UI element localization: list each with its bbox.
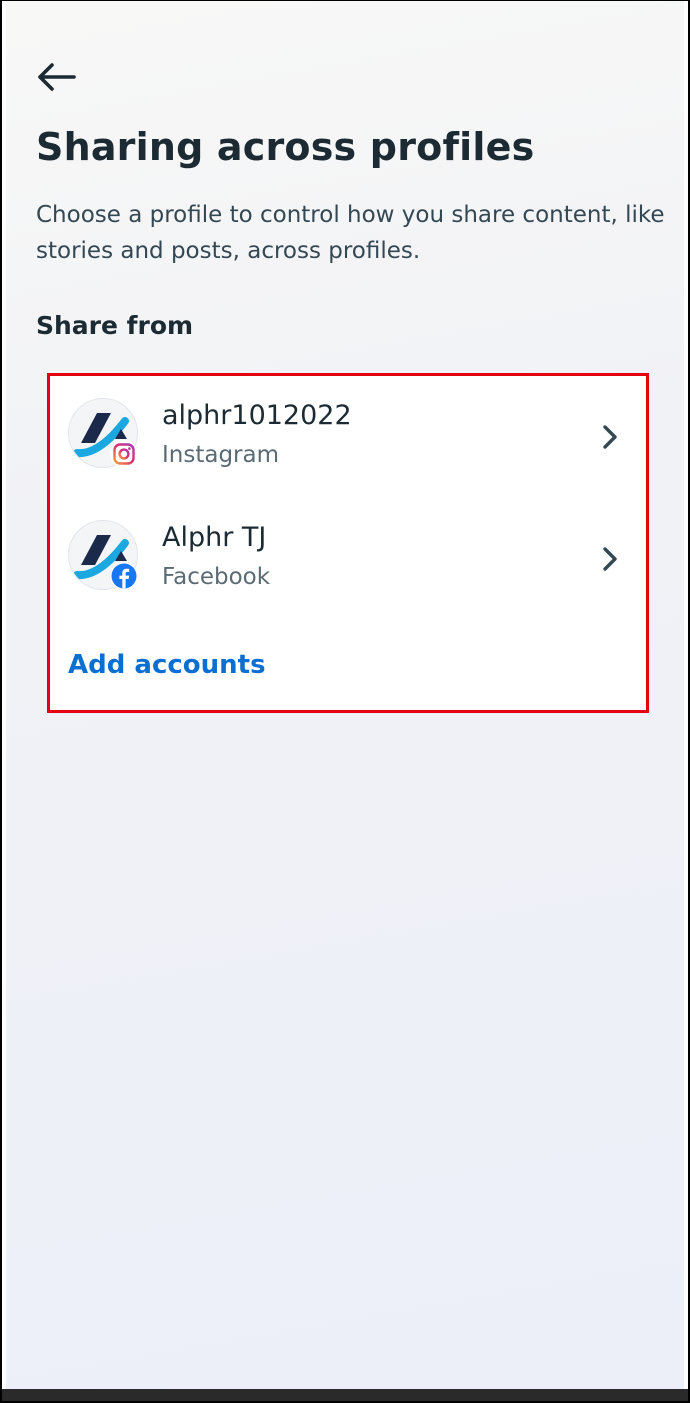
accounts-card: alphr1012022 Instagram Alphr TJ Facebook… [47,373,649,713]
account-platform: Facebook [162,564,271,590]
arrow-left-icon [38,63,76,91]
instagram-icon [110,440,138,468]
chevron-right-icon [603,547,617,571]
facebook-icon [110,562,138,590]
settings-screen: Sharing across profiles Choose a profile… [6,1,684,1389]
page-description: Choose a profile to control how you shar… [36,202,665,264]
chevron-right-icon [603,425,617,449]
add-accounts-link[interactable]: Add accounts [68,650,266,680]
account-row-facebook[interactable]: Alphr TJ Facebook [50,498,646,590]
account-platform: Instagram [162,442,280,468]
share-from-heading: Share from [36,311,194,340]
account-row-instagram[interactable]: alphr1012022 Instagram [50,376,646,468]
page-title: Sharing across profiles [36,125,535,169]
back-button[interactable] [34,59,82,95]
account-name: alphr1012022 [162,400,352,431]
bottom-edge [2,1389,688,1401]
account-name: Alphr TJ [162,522,267,553]
